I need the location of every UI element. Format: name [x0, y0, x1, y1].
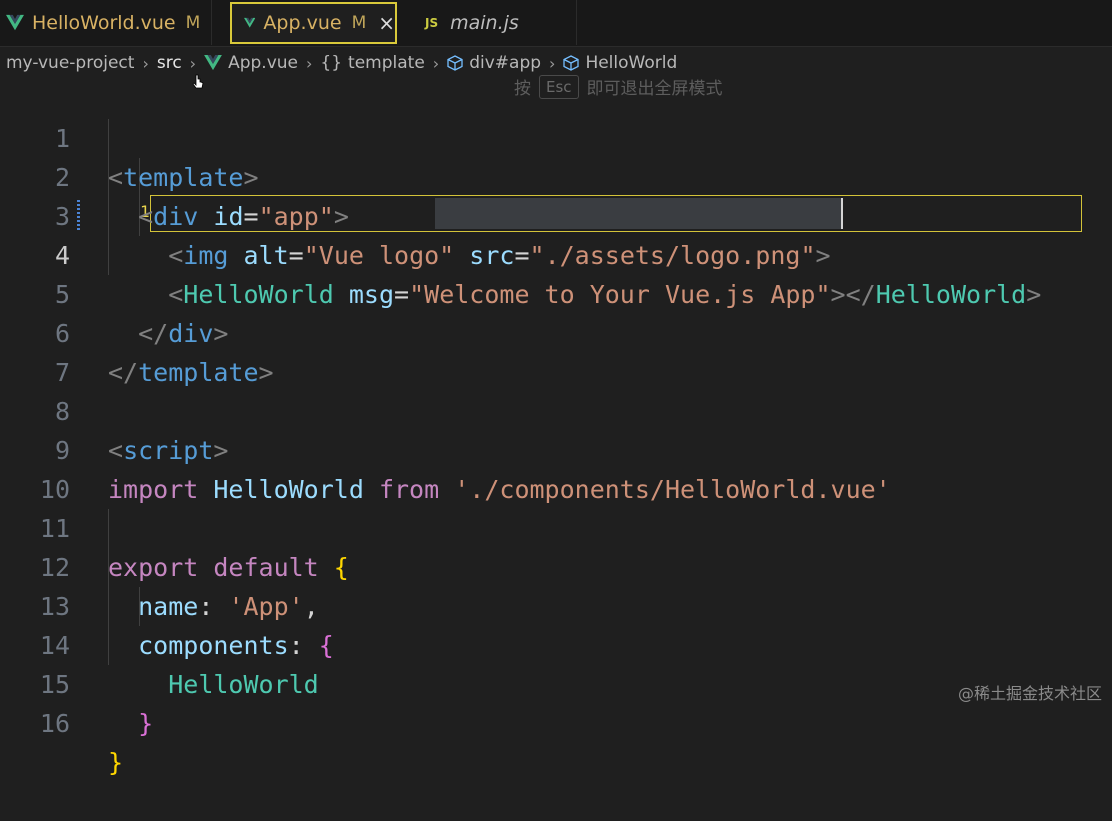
code-line: 1 <template>	[0, 80, 1112, 192]
code-line: 11 export default {	[0, 470, 1112, 582]
code-line: 6 </template>	[0, 275, 1112, 387]
code-line: 2 <div id="app">	[0, 119, 1112, 231]
code-line: 5 </div>	[0, 236, 1112, 348]
breadcrumb-item-src[interactable]: src	[157, 53, 182, 73]
code-line: 7	[0, 314, 1112, 387]
chevron-right-icon: ›	[306, 53, 313, 73]
breadcrumb-item-template[interactable]: {} template	[320, 53, 424, 73]
token: }	[108, 748, 124, 777]
tab-helloworld-vue[interactable]: HelloWorld.vue M	[0, 0, 212, 45]
token: }	[138, 709, 154, 738]
breadcrumb-item-file[interactable]: App.vue	[204, 53, 298, 73]
breadcrumb-item-helloworld[interactable]: HelloWorld	[563, 53, 677, 73]
chevron-right-icon: ›	[549, 53, 556, 73]
vue-icon	[244, 17, 256, 28]
breadcrumb-label: template	[348, 53, 425, 73]
tab-bar: HelloWorld.vue M App.vue M × JS main.js	[0, 0, 1112, 47]
tab-app-vue[interactable]: App.vue M ×	[230, 2, 397, 44]
code-line: 13 components: {	[0, 548, 1112, 660]
js-icon: JS	[425, 15, 439, 30]
code-line: 14 HelloWorld	[0, 587, 1112, 699]
text-cursor	[841, 198, 843, 229]
code-line: 3 <img alt="Vue logo" src="./assets/logo…	[0, 158, 1112, 270]
chevron-right-icon: ›	[142, 53, 149, 73]
tab-label: App.vue	[263, 12, 342, 34]
code-line: 15 }	[0, 626, 1112, 738]
code-line: 16 }	[0, 665, 1112, 777]
close-icon[interactable]: ×	[378, 11, 395, 35]
code-line: 12 name: 'App',	[0, 509, 1112, 621]
breadcrumb-label: HelloWorld	[585, 53, 678, 73]
breadcrumb-label: App.vue	[228, 53, 298, 73]
modified-badge: M	[351, 13, 367, 33]
code-line: 4 <HelloWorld msg="Welcome to Your Vue.j…	[0, 197, 1112, 309]
braces-icon: {}	[320, 53, 343, 73]
chevron-right-icon: ›	[189, 53, 197, 73]
watermark: @稀土掘金技术社区	[957, 684, 1102, 703]
tab-label: HelloWorld.vue	[32, 11, 176, 34]
breadcrumb-label: div#app	[469, 53, 542, 73]
code-line: 9 import HelloWorld from './components/H…	[0, 392, 1112, 504]
breadcrumb-item-div[interactable]: div#app	[447, 53, 541, 73]
cube-icon	[563, 55, 580, 71]
chevron-right-icon: ›	[432, 53, 440, 73]
code-line: 8 <script>	[0, 353, 1112, 465]
tab-main-js[interactable]: JS main.js	[397, 0, 577, 45]
code-line: 10	[0, 431, 1112, 504]
code-editor[interactable]: 1 1 <template> 2 <div id="app"> 3 <img a…	[0, 80, 1112, 777]
modified-badge: M	[185, 12, 201, 33]
line-number: 16	[39, 709, 70, 738]
breadcrumb-item-project[interactable]: my-vue-project	[6, 53, 134, 73]
cube-icon	[447, 55, 463, 71]
vue-icon	[204, 55, 222, 71]
vue-icon	[6, 14, 24, 30]
tab-label: main.js	[450, 11, 519, 34]
